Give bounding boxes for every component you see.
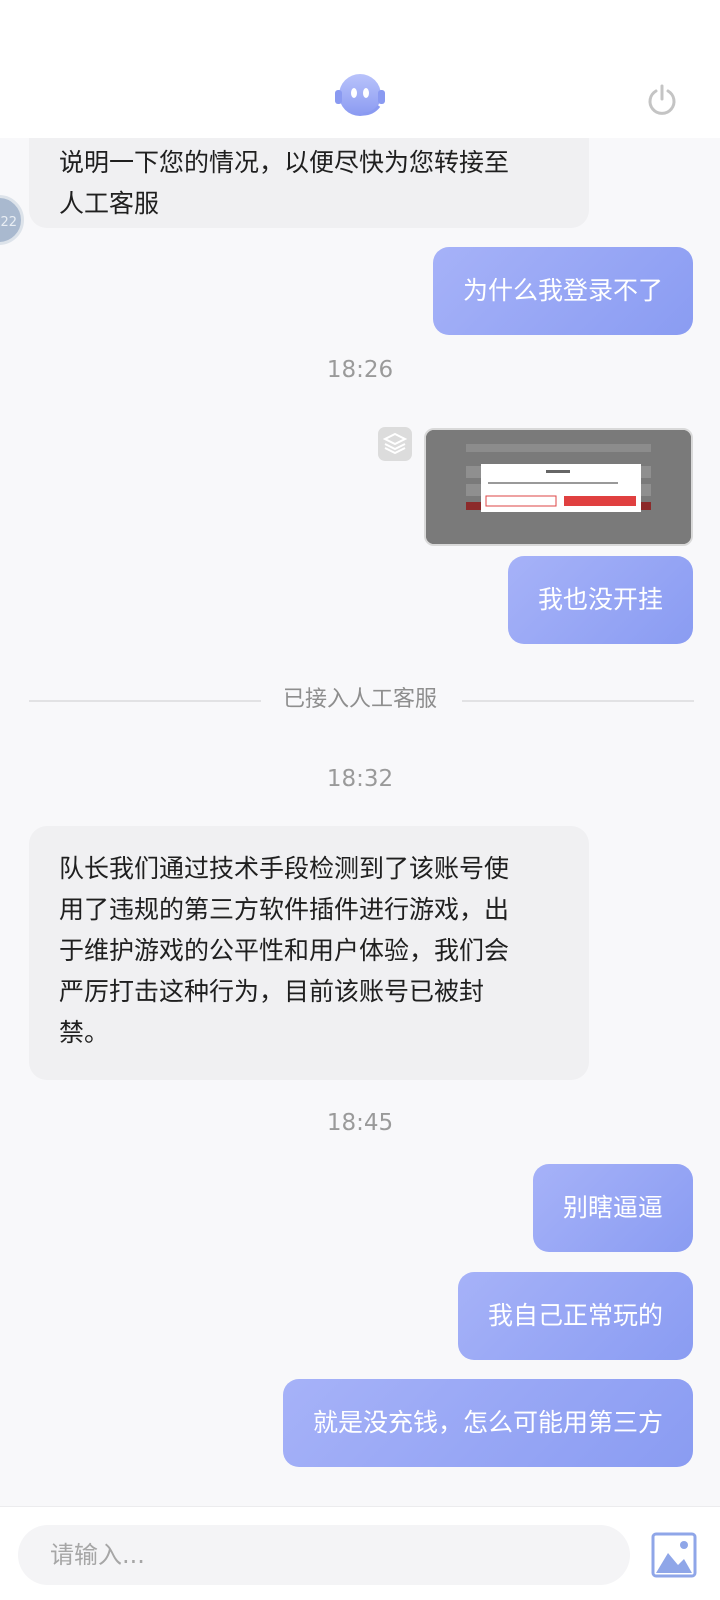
user-message: 就是没充钱，怎么可能用第三方 — [282, 1379, 693, 1467]
message-line: 禁。 — [59, 1018, 110, 1047]
screenshot-thumbnail — [426, 430, 691, 544]
message-line: 严厉打击这种行为，目前该账号已被封 — [59, 977, 485, 1006]
screenshot-image[interactable] — [424, 428, 693, 546]
message-line: 于维护游戏的公平性和用户体验，我们会 — [59, 936, 510, 965]
message-line: 队长我们通过技术手段检测到了该账号使 — [59, 854, 510, 883]
avatar[interactable]: 22 — [0, 195, 24, 245]
bot-message: 说明一下您的情况，以便尽快为您转接至 人工客服 — [29, 138, 589, 228]
timestamp: 18:32 — [326, 766, 394, 792]
header — [0, 0, 720, 138]
chat-area[interactable]: 说明一下您的情况，以便尽快为您转接至 人工客服 22 为什么我登录不了 18:2… — [0, 138, 720, 1506]
user-message: 为什么我登录不了 — [432, 247, 693, 335]
message-input[interactable] — [18, 1525, 630, 1585]
image-icon[interactable] — [650, 1531, 698, 1579]
user-message: 别瞎逼逼 — [532, 1164, 693, 1252]
message-line: 说明一下您的情况，以便尽快为您转接至 — [59, 148, 510, 177]
user-message: 我自己正常玩的 — [457, 1272, 693, 1360]
service-status-divider: 已接入人工客服 — [282, 687, 437, 712]
power-icon[interactable] — [646, 84, 678, 116]
agent-message: 队长我们通过技术手段检测到了该账号使 用了违规的第三方软件插件进行游戏，出 于维… — [29, 826, 589, 1080]
headset-robot-icon — [335, 74, 385, 116]
input-bar — [0, 1506, 720, 1600]
message-line: 用了违规的第三方软件插件进行游戏，出 — [59, 895, 510, 924]
message-line: 人工客服 — [59, 189, 160, 218]
layers-icon[interactable] — [378, 427, 412, 461]
chat-screen: 说明一下您的情况，以便尽快为您转接至 人工客服 22 为什么我登录不了 18:2… — [0, 0, 720, 1600]
timestamp: 18:26 — [326, 357, 394, 383]
user-message: 我也没开挂 — [507, 556, 693, 644]
timestamp: 18:45 — [326, 1110, 394, 1136]
